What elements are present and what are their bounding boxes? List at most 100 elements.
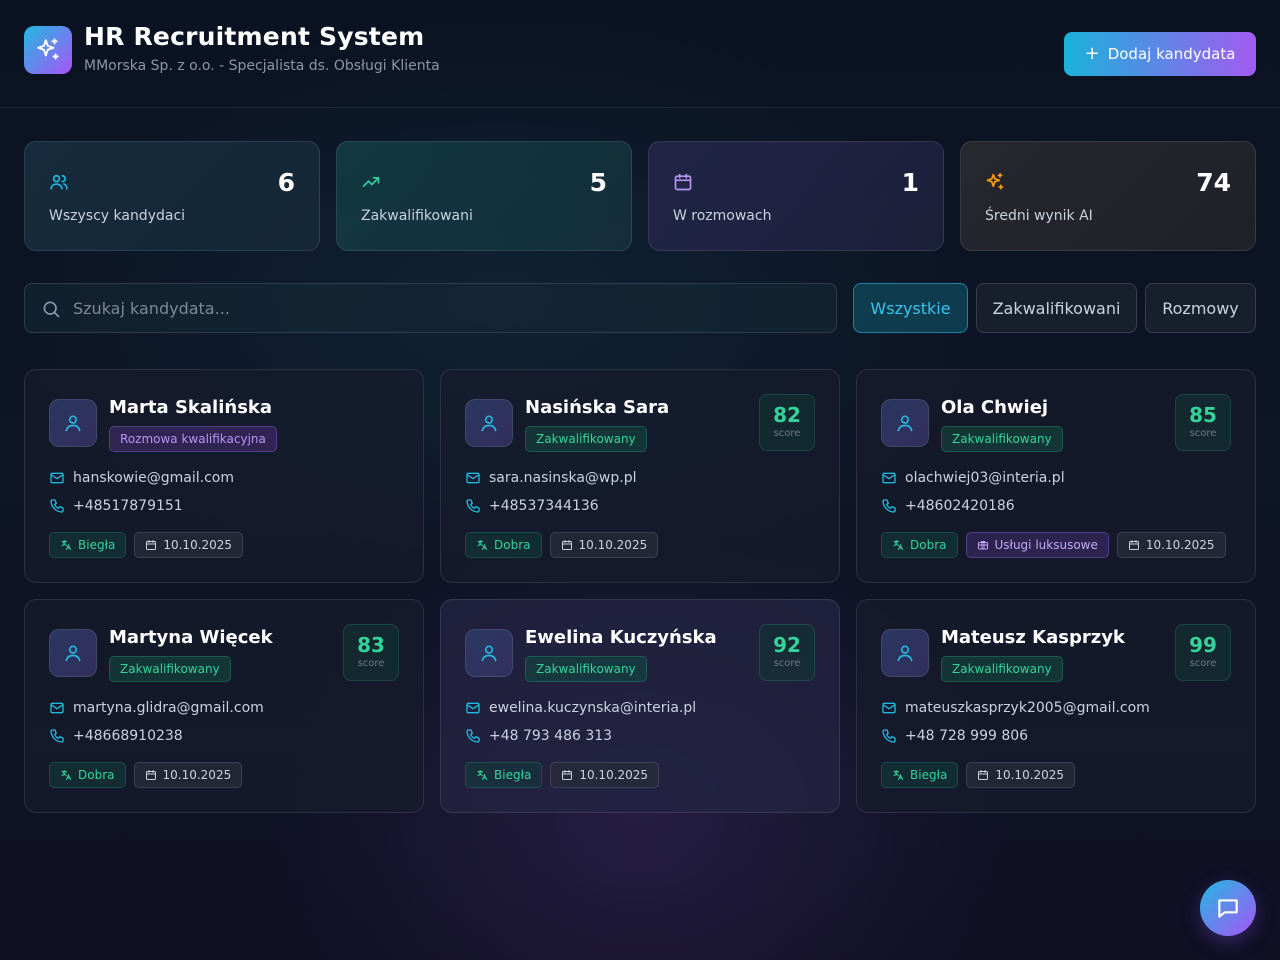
- email-text: mateuszkasprzyk2005@gmail.com: [905, 700, 1150, 716]
- status-badge: Zakwalifikowany: [525, 656, 647, 682]
- user-icon: [895, 413, 915, 433]
- phone-text: +48668910238: [73, 728, 183, 744]
- stat-card-all-candidates: 6 Wszyscy kandydaci: [24, 141, 320, 251]
- candidate-name: Marta Skalińska: [109, 397, 273, 418]
- language-icon: [476, 769, 488, 781]
- phone-icon: [465, 728, 481, 744]
- add-candidate-button[interactable]: + Dodaj kandydata: [1064, 32, 1256, 76]
- candidate-card[interactable]: Marta Skalińska Rozmowa kwalifikacyjna h…: [24, 369, 424, 583]
- candidate-name: Ola Chwiej: [941, 397, 1049, 418]
- phone-text: +48602420186: [905, 498, 1015, 514]
- avatar: [881, 629, 929, 677]
- phone-row: +48517879151: [49, 496, 183, 516]
- stat-value: 1: [901, 168, 919, 197]
- language-text: Biegła: [494, 768, 532, 782]
- date-text: 10.10.2025: [578, 538, 648, 552]
- calendar-icon: [673, 172, 693, 192]
- email-row: ewelina.kuczynska@interia.pl: [465, 698, 696, 718]
- language-tag: Biegła: [881, 762, 959, 788]
- candidate-card[interactable]: Martyna Więcek Zakwalifikowany 83 score m…: [24, 599, 424, 813]
- email-row: olachwiej03@interia.pl: [881, 468, 1065, 488]
- filter-interviews[interactable]: Rozmowy: [1145, 283, 1256, 333]
- language-tag: Biegła: [465, 762, 543, 788]
- phone-icon: [881, 728, 897, 744]
- calendar-icon: [561, 539, 573, 551]
- language-text: Dobra: [910, 538, 947, 552]
- filter-qualified[interactable]: Zakwalifikowani: [976, 283, 1137, 333]
- user-icon: [63, 413, 83, 433]
- status-badge: Zakwalifikowany: [109, 656, 231, 682]
- mail-icon: [465, 700, 481, 716]
- phone-row: +48602420186: [881, 496, 1015, 516]
- plus-icon: +: [1084, 43, 1100, 64]
- search-icon: [43, 301, 60, 318]
- stat-label: W rozmowach: [673, 208, 772, 224]
- candidate-name: Nasińska Sara: [525, 397, 670, 418]
- user-icon: [63, 643, 83, 663]
- mail-icon: [49, 470, 65, 486]
- date-text: 10.10.2025: [1145, 538, 1215, 552]
- user-icon: [479, 413, 499, 433]
- candidate-card[interactable]: Nasińska Sara Zakwalifikowany 82 score sa…: [440, 369, 840, 583]
- mail-icon: [881, 470, 897, 486]
- language-icon: [476, 539, 488, 551]
- phone-icon: [881, 498, 897, 514]
- score-value: 85: [1189, 403, 1217, 427]
- user-icon: [479, 643, 499, 663]
- ai-score-badge: 85 score: [1175, 394, 1231, 451]
- tag-list: Dobra 10.10.2025: [49, 762, 243, 788]
- date-tag: 10.10.2025: [133, 762, 243, 788]
- language-icon: [60, 769, 72, 781]
- score-label: score: [1189, 658, 1217, 669]
- calendar-icon: [561, 769, 573, 781]
- phone-text: +48537344136: [489, 498, 599, 514]
- mail-icon: [465, 470, 481, 486]
- date-tag: 10.10.2025: [966, 762, 1076, 788]
- language-icon: [892, 539, 904, 551]
- language-text: Biegła: [910, 768, 948, 782]
- status-badge: Zakwalifikowany: [941, 656, 1063, 682]
- date-tag: 10.10.2025: [1116, 532, 1226, 558]
- mail-icon: [49, 700, 65, 716]
- search-input[interactable]: [73, 284, 823, 332]
- phone-row: +48 728 999 806: [881, 726, 1028, 746]
- language-tag: Biegła: [49, 532, 127, 558]
- calendar-icon: [145, 539, 157, 551]
- avatar: [49, 629, 97, 677]
- tag-list: Biegła 10.10.2025: [49, 532, 244, 558]
- industry-text: Usługi luksusowe: [994, 538, 1098, 552]
- filter-all[interactable]: Wszystkie: [853, 283, 968, 333]
- date-tag: 10.10.2025: [134, 532, 244, 558]
- score-value: 99: [1189, 633, 1217, 657]
- phone-row: +48 793 486 313: [465, 726, 612, 746]
- candidate-card[interactable]: Mateusz Kasprzyk Zakwalifikowany 99 score…: [856, 599, 1256, 813]
- language-text: Dobra: [494, 538, 531, 552]
- avatar: [465, 399, 513, 447]
- candidate-card[interactable]: Ola Chwiej Zakwalifikowany 85 score olach…: [856, 369, 1256, 583]
- tag-list: Dobra 10.10.2025: [465, 532, 659, 558]
- candidate-name: Martyna Więcek: [109, 627, 273, 648]
- date-text: 10.10.2025: [995, 768, 1065, 782]
- sparkles-logo-icon: [24, 26, 72, 74]
- mail-icon: [881, 700, 897, 716]
- tag-list: Biegła 10.10.2025: [881, 762, 1076, 788]
- score-value: 82: [773, 403, 801, 427]
- date-tag: 10.10.2025: [550, 762, 660, 788]
- app-title: HR Recruitment System: [84, 22, 425, 51]
- candidate-card[interactable]: Ewelina Kuczyńska Zakwalifikowany 92 scor…: [440, 599, 840, 813]
- stat-value: 74: [1196, 168, 1231, 197]
- stat-value: 5: [589, 168, 607, 197]
- chat-button[interactable]: [1200, 880, 1256, 936]
- ai-score-badge: 83 score: [343, 624, 399, 681]
- status-badge: Zakwalifikowany: [941, 426, 1063, 452]
- email-text: olachwiej03@interia.pl: [905, 470, 1065, 486]
- briefcase-icon: [977, 539, 989, 551]
- candidate-name: Ewelina Kuczyńska: [525, 627, 717, 648]
- score-label: score: [773, 658, 801, 669]
- date-text: 10.10.2025: [579, 768, 649, 782]
- phone-icon: [49, 728, 65, 744]
- avatar: [465, 629, 513, 677]
- stat-card-interviews: 1 W rozmowach: [648, 141, 944, 251]
- language-icon: [892, 769, 904, 781]
- tag-list: Biegła 10.10.2025: [465, 762, 660, 788]
